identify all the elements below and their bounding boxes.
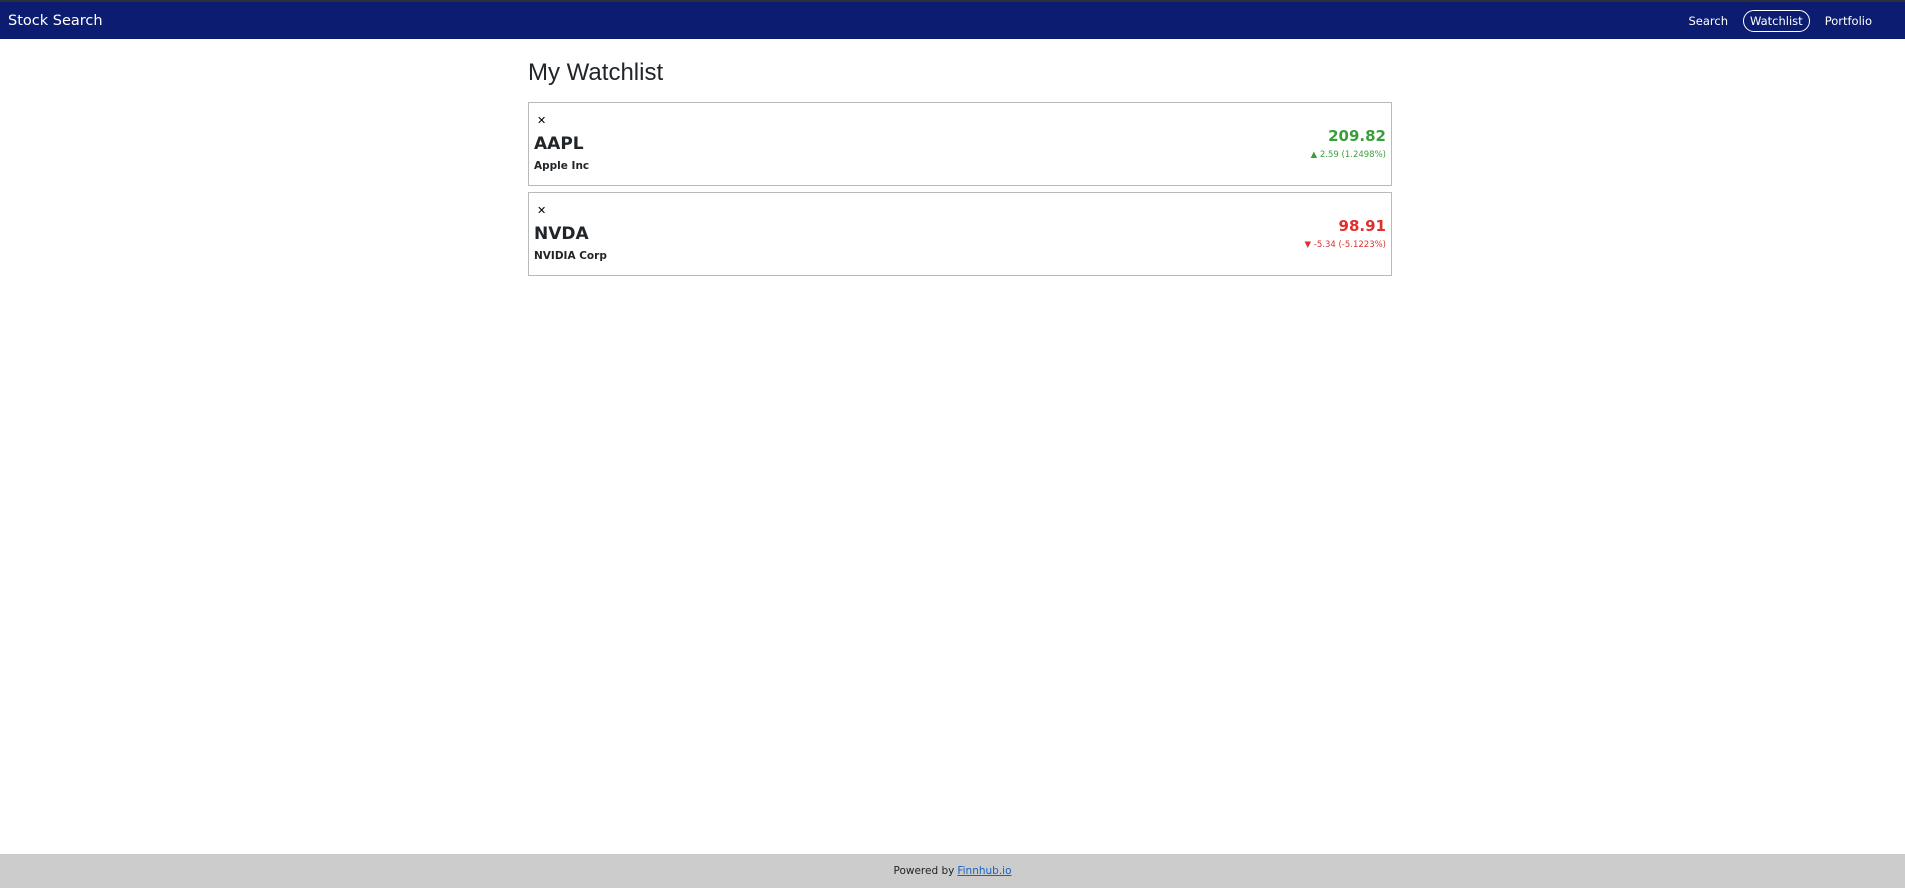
close-icon[interactable]: ✕ — [537, 204, 546, 217]
watchlist-card-nvda[interactable]: ✕ NVDA NVIDIA Corp 98.91 ▼ -5.34 (-5.122… — [528, 192, 1392, 276]
nav-link-portfolio[interactable]: Portfolio — [1818, 10, 1879, 32]
price-change: ▼ -5.34 (-5.1223%) — [1305, 240, 1386, 250]
footer-text: Powered by — [893, 865, 955, 877]
stock-price: 98.91 — [1338, 217, 1386, 235]
watchlist-content: My Watchlist ✕ AAPL Apple Inc 209.82 ▲ 2… — [528, 39, 1392, 276]
ticker-symbol: AAPL — [534, 134, 584, 154]
brand-link[interactable]: Stock Search — [0, 13, 103, 29]
caret-up-icon: ▲ — [1310, 150, 1318, 160]
nav-link-search[interactable]: Search — [1681, 10, 1735, 32]
nav-links: Search Watchlist Portfolio — [1673, 9, 1905, 32]
stock-price: 209.82 — [1328, 127, 1386, 145]
price-change: ▲ 2.59 (1.2498%) — [1311, 150, 1386, 160]
price-change-value: -5.34 (-5.1223%) — [1313, 240, 1386, 250]
watchlist-card-aapl[interactable]: ✕ AAPL Apple Inc 209.82 ▲ 2.59 (1.2498%) — [528, 102, 1392, 186]
top-navbar: Stock Search Search Watchlist Portfolio — [0, 0, 1905, 39]
finnhub-link[interactable]: Finnhub.io — [957, 865, 1011, 877]
nav-link-watchlist[interactable]: Watchlist — [1742, 9, 1810, 32]
company-name: Apple Inc — [534, 160, 590, 172]
caret-down-icon: ▼ — [1304, 240, 1312, 250]
page: Stock Search Search Watchlist Portfolio … — [0, 0, 1905, 888]
close-icon[interactable]: ✕ — [537, 114, 546, 127]
page-title: My Watchlist — [528, 59, 664, 86]
ticker-symbol: NVDA — [534, 224, 589, 244]
footer: Powered by Finnhub.io — [0, 854, 1905, 888]
company-name: NVIDIA Corp — [534, 250, 607, 262]
price-change-value: 2.59 (1.2498%) — [1319, 150, 1386, 160]
